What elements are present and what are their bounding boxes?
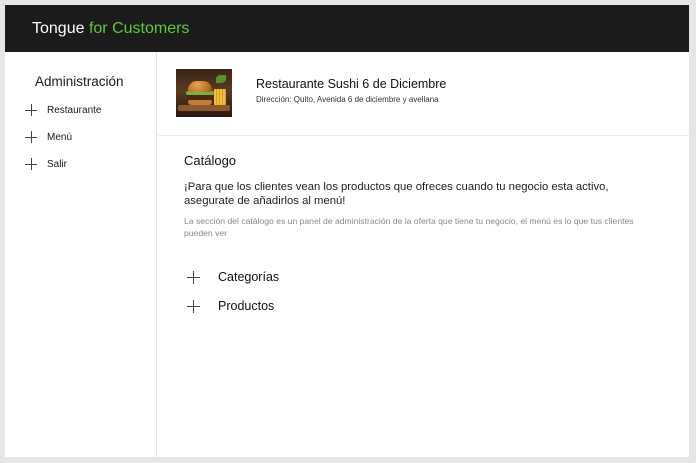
catalog-item-label: Categorías [218,270,280,284]
sidebar-item-label: Menú [47,131,73,143]
app-window: Tongue for Customers Administración Rest… [5,5,689,457]
restaurant-name: Restaurante Sushi 6 de Diciembre [256,77,447,91]
top-bar: Tongue for Customers [5,5,689,52]
catalog-item-label: Productos [218,299,275,313]
brand-logo[interactable]: Tongue for Customers [32,20,189,38]
restaurant-address: Dirección: Quito, Avenida 6 de diciembre… [256,95,439,104]
sidebar: Administración Restaurante Menú Salir [5,52,157,457]
catalog-title: Catálogo [184,153,237,168]
restaurant-image [176,69,232,117]
sidebar-title: Administración [35,74,124,89]
plus-icon [187,270,200,284]
catalog-note-text: La sección del catálogo es un panel de a… [184,216,634,238]
plus-icon [25,158,37,170]
plus-icon [25,104,37,116]
sidebar-item-label: Restaurante [47,104,102,116]
catalog-item-productos[interactable]: Productos [187,297,274,315]
plus-icon [187,299,200,313]
sidebar-item-restaurante[interactable]: Restaurante [25,102,101,118]
brand-suffix: for Customers [88,20,190,37]
sidebar-item-label: Salir [47,158,68,170]
restaurant-header: Restaurante Sushi 6 de Diciembre Direcci… [158,52,689,136]
sidebar-item-menu[interactable]: Menú [25,129,72,145]
brand-name: Tongue [32,20,85,37]
catalog-lead-text: ¡Para que los clientes vean los producto… [184,181,609,207]
plus-icon [25,131,37,143]
catalog-item-categorias[interactable]: Categorías [187,268,279,286]
sidebar-item-salir[interactable]: Salir [25,156,67,172]
